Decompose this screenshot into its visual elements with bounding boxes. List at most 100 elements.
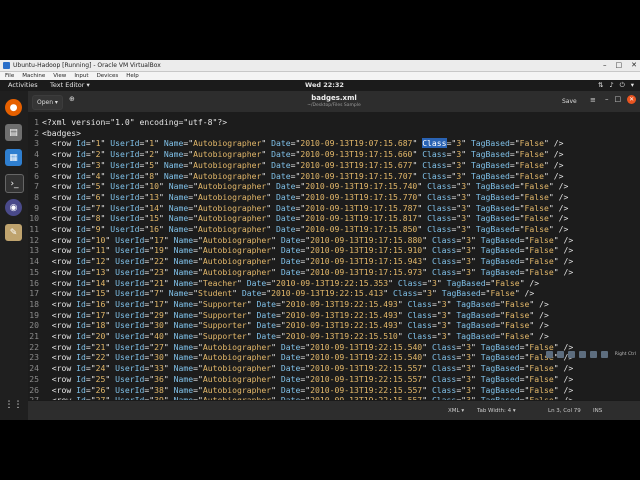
editor-line[interactable]: 19 <row Id="17" UserId="29" Name="Suppor… [28,310,640,321]
close-icon[interactable]: ✕ [631,60,637,71]
eq: =" [188,181,198,192]
save-button[interactable]: Save [558,95,581,108]
attr-id-value: 11 [95,245,106,256]
attr-date: Date [256,309,276,320]
attr-class: Class [427,181,452,192]
menu-input[interactable]: Input [74,72,88,80]
shared-folder-icon[interactable] [578,350,586,358]
attr-name-value: Autobiographer [202,373,272,384]
attr-tagbased-value: False [529,373,554,384]
minimize-icon[interactable]: – [605,95,609,104]
text-editor-icon[interactable]: ✎ [5,224,22,241]
eq: " [271,256,281,267]
usb-icon[interactable] [567,350,575,358]
attr-tagbased: TagBased [470,170,510,181]
eq: =" [261,288,272,299]
editor-line[interactable]: 8 <row Id="6" UserId="13" Name="Autobiog… [28,192,640,203]
xml-tag-close: " /> [553,266,574,277]
minimize-icon[interactable]: – [603,60,607,71]
attr-userid-value: 19 [154,245,164,256]
editor-line[interactable]: 3 <row Id="1" UserId="1" Name="Autobiogr… [28,138,640,149]
eq: =" [431,309,442,320]
activities-button[interactable]: Activities [8,80,38,91]
editor-line[interactable]: 10 <row Id="8" UserId="15" Name="Autobio… [28,213,640,224]
eq: " [163,341,174,352]
eq: =" [451,213,462,224]
editor-line[interactable]: 16 <row Id="14" UserId="21" Name="Teache… [28,278,640,289]
eq: =" [85,170,96,181]
eq: " [422,245,432,256]
eq: =" [456,256,467,267]
editor-line[interactable]: 20 <row Id="18" UserId="30" Name="Suppor… [28,320,640,331]
close-icon[interactable]: ✕ [627,95,637,104]
editor-line[interactable]: 4 <row Id="2" UserId="2" Name="Autobiogr… [28,149,640,160]
editor-line[interactable]: 7 <row Id="5" UserId="10" Name="Autobiog… [28,181,640,192]
xml-tag-close: " /> [529,320,549,331]
attr-tagbased-value: False [519,149,545,160]
line-number: 20 [29,320,39,331]
editor-line[interactable]: 25 <row Id="25" UserId="36" Name="Autobi… [28,374,640,385]
eq: =" [144,384,155,395]
editor-line[interactable]: 15 <row Id="13" UserId="23" Name="Autobi… [28,267,640,278]
editor-line[interactable]: 5 <row Id="3" UserId="5" Name="Autobiogr… [28,160,640,171]
disk-icon[interactable]: ◉ [5,199,22,216]
language-selector[interactable]: XML ▾ [448,401,464,420]
editor-line[interactable]: 1 <?xml version="1.0" encoding="utf-8"?> [28,117,640,128]
maximize-icon[interactable]: □ [615,95,622,104]
menu-file[interactable]: File [5,72,14,80]
attr-userid-value: 13 [149,191,159,202]
editor-line[interactable]: 12 <row Id="10" UserId="17" Name="Autobi… [28,235,640,246]
menu-view[interactable]: View [53,72,66,80]
clock[interactable]: Wed 22:32 [305,80,344,91]
menu-machine[interactable]: Machine [22,72,45,80]
editor-line[interactable]: 9 <row Id="7" UserId="14" Name="Autobiog… [28,203,640,214]
terminal-icon[interactable]: ›_ [5,174,24,193]
editor-line[interactable]: 11 <row Id="9" UserId="16" Name="Autobio… [28,224,640,235]
menu-icon[interactable]: ≡ [590,96,596,104]
editor-line[interactable]: 17 <row Id="15" UserId="7" Name="Student… [28,288,640,299]
eq: " [422,373,432,384]
firefox-icon[interactable]: ● [5,99,22,116]
display-icon[interactable] [589,350,597,358]
menu-devices[interactable]: Devices [97,72,119,80]
editor-line[interactable]: 14 <row Id="12" UserId="22" Name="Autobi… [28,256,640,267]
eq: " [154,170,164,181]
editor-line[interactable]: 2 <badges> [28,128,640,139]
editor-line[interactable]: 6 <row Id="4" UserId="8" Name="Autobiogr… [28,171,640,182]
eq: =" [290,159,301,170]
network-icon[interactable] [600,350,608,358]
hdd-icon[interactable] [545,350,553,358]
files-icon[interactable]: ▤ [5,124,22,141]
line-code: <row Id="2" UserId="2" Name="Autobiograp… [42,149,564,160]
line-number: 6 [34,170,39,181]
editor-line[interactable]: 13 <row Id="11" UserId="19" Name="Autobi… [28,245,640,256]
editor-line[interactable]: 26 <row Id="26" UserId="38" Name="Autobi… [28,385,640,396]
writer-icon[interactable]: ▦ [5,149,22,166]
attr-id: Id [76,384,86,395]
xml-tag-close: " /> [529,331,549,341]
app-grid-icon[interactable]: ⋮⋮ [5,396,23,413]
editor-line[interactable]: 21 <row Id="20" UserId="40" Name="Suppor… [28,331,640,342]
line-code: <row Id="10" UserId="17" Name="Autobiogr… [42,234,574,246]
line-number: 3 [34,138,39,149]
editor-line[interactable]: 18 <row Id="16" UserId="17" Name="Suppor… [28,299,640,310]
app-menu[interactable]: Text Editor ▾ [50,80,90,91]
attr-id: Id [76,352,86,363]
system-tray[interactable]: ⇅ ♪ ⏻ ▾ [598,80,634,91]
attr-class: Class [422,149,447,160]
attr-tagbased-value: False [505,320,530,331]
cursor-position[interactable]: Ln 3, Col 79 [548,401,581,420]
tab-width-selector[interactable]: Tab Width: 4 ▾ [477,401,516,420]
optical-icon[interactable] [556,350,564,358]
editor-line[interactable]: 24 <row Id="24" UserId="33" Name="Autobi… [28,363,640,374]
eq: =" [456,234,467,245]
maximize-icon[interactable]: □ [616,60,623,71]
eq: =" [85,363,96,374]
line-code: <row Id="26" UserId="38" Name="Autobiogr… [42,384,574,396]
attr-userid: UserId [110,181,140,192]
eq: =" [456,373,467,384]
attr-class: Class [407,309,432,320]
eq: =" [193,245,203,256]
menu-help[interactable]: Help [126,72,139,80]
eq: =" [295,213,306,224]
